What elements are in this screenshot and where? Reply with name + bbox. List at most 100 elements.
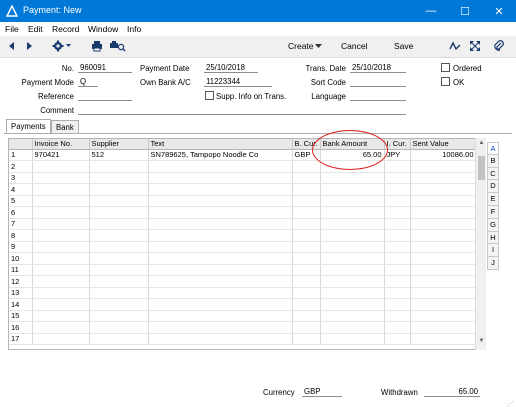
cell-invoice-no[interactable] [32,275,90,288]
cell-supplier[interactable] [89,252,149,265]
cell-invoice-no[interactable] [32,206,90,219]
cell-b-cur[interactable] [292,241,321,253]
cell-text[interactable] [148,287,293,299]
table-row[interactable]: 4 [9,183,477,196]
cell-bank-amount[interactable] [320,241,385,253]
create-dropdown-icon[interactable] [315,44,322,49]
cell-sent-value[interactable] [410,333,477,345]
table-row[interactable]: 10 [9,252,477,265]
attachment-icon[interactable] [493,40,505,52]
previous-record-icon[interactable] [7,40,16,52]
cell-invoice-no[interactable] [32,298,90,311]
tab-bank[interactable]: Bank [51,120,79,133]
ok-checkbox[interactable] [441,77,450,86]
cell-text[interactable] [148,195,293,207]
cell-supplier[interactable] [89,206,149,219]
cell-i-cur[interactable] [384,229,411,242]
cell-bank-amount[interactable] [320,218,385,230]
cell-b-cur[interactable] [292,183,321,196]
cell-invoice-no[interactable] [32,241,90,253]
cell-i-cur[interactable] [384,333,411,345]
cell-b-cur[interactable] [292,264,321,276]
cell-text[interactable] [148,241,293,253]
cell-i-cur[interactable] [384,218,411,230]
cell-supplier[interactable] [89,195,149,207]
cell-text[interactable] [148,206,293,219]
cell-b-cur[interactable] [292,218,321,230]
table-row[interactable]: 15 [9,310,477,322]
cell-text[interactable] [148,172,293,184]
column-header-text[interactable]: Text [148,139,293,150]
cell-b-cur[interactable] [292,298,321,311]
cell-supplier[interactable] [89,172,149,184]
reference-field[interactable] [78,91,132,101]
column-header-supplier[interactable]: Supplier [89,139,149,150]
cell-sent-value[interactable]: 10086.00 [410,149,477,161]
cell-bank-amount[interactable] [320,206,385,219]
cell-bank-amount[interactable] [320,172,385,184]
cell-supplier[interactable] [89,264,149,276]
payment-date-field[interactable]: 25/10/2018 [204,63,258,73]
cell-supplier[interactable] [89,229,149,242]
cell-i-cur[interactable] [384,160,411,173]
cell-i-cur[interactable] [384,275,411,288]
menu-edit[interactable]: Edit [28,24,43,34]
cell-supplier[interactable] [89,183,149,196]
cell-invoice-no[interactable] [32,287,90,299]
cell-i-cur[interactable] [384,310,411,322]
cell-b-cur[interactable] [292,321,321,334]
cell-text[interactable] [148,321,293,334]
cell-b-cur[interactable] [292,310,321,322]
maximize-button[interactable]: ☐ [448,0,482,22]
cell-invoice-no[interactable] [32,160,90,173]
table-row[interactable]: 9 [9,241,477,253]
trans-date-field[interactable]: 25/10/2018 [350,63,406,73]
payments-grid[interactable]: Invoice No. Supplier Text B. Cur. Bank A… [8,138,486,350]
cell-text[interactable]: SN789625, Tampopo Noodle Co [148,149,293,161]
cell-sent-value[interactable] [410,321,477,334]
minimize-button[interactable]: — [414,0,448,22]
cell-text[interactable] [148,160,293,173]
cell-sent-value[interactable] [410,160,477,173]
cell-text[interactable] [148,275,293,288]
cell-bank-amount[interactable] [320,275,385,288]
table-row[interactable]: 7 [9,218,477,230]
cell-invoice-no[interactable] [32,310,90,322]
cell-invoice-no[interactable]: 970421 [32,149,90,161]
ordered-checkbox[interactable] [441,63,450,72]
comment-field[interactable] [78,105,406,115]
cell-bank-amount[interactable] [320,195,385,207]
close-button[interactable]: ✕ [482,0,516,22]
cell-b-cur[interactable] [292,287,321,299]
cell-bank-amount[interactable] [320,252,385,265]
create-button[interactable]: Create [288,41,314,51]
cell-invoice-no[interactable] [32,333,90,345]
cell-supplier[interactable] [89,287,149,299]
cell-invoice-no[interactable] [32,172,90,184]
cell-supplier[interactable]: 512 [89,149,149,161]
cell-supplier[interactable] [89,310,149,322]
field-tab-h[interactable]: H [487,231,499,245]
cell-b-cur[interactable] [292,172,321,184]
field-tab-j[interactable]: J [487,257,499,270]
menu-window[interactable]: Window [88,24,118,34]
field-tab-a[interactable]: A [487,142,499,155]
table-row[interactable]: 16 [9,321,477,334]
cell-supplier[interactable] [89,241,149,253]
cell-i-cur[interactable] [384,206,411,219]
gear-icon[interactable] [52,40,72,52]
expand-icon[interactable] [469,40,481,52]
cell-sent-value[interactable] [410,264,477,276]
table-row[interactable]: 11 [9,264,477,276]
supp-info-checkbox[interactable] [205,91,214,100]
cell-bank-amount[interactable] [320,310,385,322]
scroll-thumb[interactable] [478,156,485,180]
table-row[interactable]: 13 [9,287,477,299]
field-tab-d[interactable]: D [487,180,499,194]
menu-info[interactable]: Info [127,24,141,34]
cell-sent-value[interactable] [410,310,477,322]
cell-invoice-no[interactable] [32,229,90,242]
cell-text[interactable] [148,229,293,242]
cancel-button[interactable]: Cancel [341,41,367,51]
cell-sent-value[interactable] [410,218,477,230]
